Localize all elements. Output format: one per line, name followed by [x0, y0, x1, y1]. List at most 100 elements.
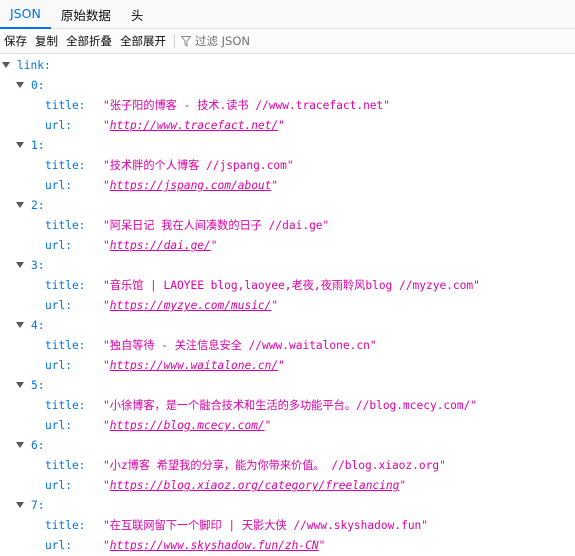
title-value: 张子阳的博客 - 技术.读书 //www.tracefact.net [109, 99, 384, 112]
url-key: url: [45, 479, 72, 492]
quote: " [271, 299, 279, 312]
quote: " [103, 99, 110, 112]
quote: " [103, 279, 110, 292]
quote: " [103, 179, 110, 192]
title-row: title: "张子阳的博客 - 技术.读书 //www.tracefact.ne… [45, 96, 390, 116]
url-key: url: [45, 419, 72, 432]
toolbar: 保存 复制 全部折叠 全部展开 过滤 JSON [0, 29, 575, 54]
save-button[interactable]: 保存 [0, 33, 31, 49]
title-row: title: "音乐馆 | LAOYEE blog,laoyee,老夜,夜雨聆风b… [45, 276, 480, 296]
quote: " [264, 419, 272, 432]
title-key: title: [45, 99, 86, 112]
title-row: title: "小徐博客，是一个融合技术和生活的多功能平台。//blog.mcec… [45, 396, 477, 416]
quote: " [318, 539, 326, 552]
quote: " [103, 339, 110, 352]
title-value: 小z博客 希望我的分享，能为你带来价值。 //blog.xiaoz.org [109, 459, 440, 472]
quote: " [470, 399, 478, 412]
title-key: title: [45, 399, 86, 412]
filter-json-input[interactable]: 过滤 JSON [181, 33, 250, 49]
url-row: url: "https://jspang.com/about" [45, 176, 278, 196]
filter-placeholder: 过滤 JSON [195, 34, 251, 48]
tree-row-index[interactable]: 5: [16, 376, 44, 396]
url-row: url: "https://blog.mcecy.com/" [45, 416, 271, 436]
url-link[interactable]: https://myzye.com/music/ [110, 299, 272, 312]
tree-row-index[interactable]: 0: [16, 76, 44, 96]
tree-row-index[interactable]: 2: [16, 196, 44, 216]
url-row: url: "https://blog.xiaoz.org/category/fre… [45, 476, 406, 496]
title-key: title: [45, 459, 86, 472]
url-row: url: "https://www.waitalone.cn/" [45, 356, 285, 376]
quote: " [103, 519, 110, 532]
collapse-all-button[interactable]: 全部折叠 [62, 33, 116, 49]
url-link[interactable]: https://www.waitalone.cn/ [110, 359, 278, 372]
tree-row-index[interactable]: 7: [16, 496, 44, 516]
tab-json[interactable]: JSON [0, 0, 51, 29]
item-index-key: 2: [31, 199, 45, 212]
title-row: title: "阿呆日记 我在人间凑数的日子 //dai.ge" [45, 216, 329, 236]
title-value: 独自等待 - 关注信息安全 //www.waitalone.cn [109, 339, 370, 352]
item-index-key: 7: [31, 499, 45, 512]
quote: " [278, 119, 285, 132]
url-link[interactable]: https://jspang.com/about [110, 179, 272, 192]
url-row: url: "https://myzye.com/music/" [45, 296, 278, 316]
title-value: 音乐馆 | LAOYEE blog,laoyee,老夜,夜雨聆风blog //m… [109, 279, 474, 292]
expand-arrow-icon[interactable] [2, 62, 10, 68]
tree-row-index[interactable]: 6: [16, 436, 44, 456]
url-key: url: [45, 179, 72, 192]
expand-all-button[interactable]: 全部展开 [116, 33, 170, 49]
quote: " [103, 239, 110, 252]
title-value: 在互联网留下一个脚印 | 天影大侠 //www.skyshadow.fun [109, 519, 422, 532]
tab-bar: JSON 原始数据 头 [0, 0, 575, 29]
expand-arrow-icon[interactable] [16, 442, 24, 448]
tree-row-root[interactable]: link: [2, 56, 51, 76]
quote: " [103, 359, 110, 372]
expand-arrow-icon[interactable] [16, 502, 24, 508]
copy-button[interactable]: 复制 [31, 33, 62, 49]
item-index-key: 6: [31, 439, 45, 452]
url-key: url: [45, 299, 72, 312]
quote: " [399, 479, 407, 492]
item-index-key: 3: [31, 259, 45, 272]
url-row: url: "https://dai.ge/" [45, 236, 218, 256]
url-row: url: "http://www.tracefact.net/" [45, 116, 285, 136]
tree-row-index[interactable]: 4: [16, 316, 44, 336]
title-row: title: "小z博客 希望我的分享，能为你带来价值。 //blog.xiaoz… [45, 456, 446, 476]
title-row: title: "在互联网留下一个脚印 | 天影大侠 //www.skyshadow… [45, 516, 428, 536]
tree-row-index[interactable]: 1: [16, 136, 44, 156]
title-value: 阿呆日记 我在人间凑数的日子 //dai.ge [109, 219, 323, 232]
quote: " [103, 219, 110, 232]
title-value: 小徐博客，是一个融合技术和生活的多功能平台。//blog.mcecy.com/ [109, 399, 471, 412]
url-key: url: [45, 359, 72, 372]
expand-arrow-icon[interactable] [16, 382, 24, 388]
expand-arrow-icon[interactable] [16, 142, 24, 148]
quote: " [103, 299, 110, 312]
quote: " [322, 219, 330, 232]
toolbar-divider [174, 34, 175, 48]
title-key: title: [45, 519, 86, 532]
expand-arrow-icon[interactable] [16, 322, 24, 328]
quote: " [103, 479, 110, 492]
root-key: link: [17, 59, 51, 72]
tab-raw-data[interactable]: 原始数据 [51, 0, 121, 28]
url-link[interactable]: https://www.skyshadow.fun/zh-CN [110, 539, 319, 552]
tree-row-index[interactable]: 3: [16, 256, 44, 276]
url-link[interactable]: http://www.tracefact.net/ [110, 119, 278, 132]
expand-arrow-icon[interactable] [16, 262, 24, 268]
expand-arrow-icon[interactable] [16, 82, 24, 88]
quote: " [278, 359, 285, 372]
expand-arrow-icon[interactable] [16, 202, 24, 208]
title-row: title: "独自等待 - 关注信息安全 //www.waitalone.cn" [45, 336, 377, 356]
url-key: url: [45, 239, 72, 252]
quote: " [271, 179, 279, 192]
title-key: title: [45, 339, 86, 352]
title-row: title: "技术胖的个人博客 //jspang.com" [45, 156, 294, 176]
title-key: title: [45, 219, 86, 232]
tab-headers[interactable]: 头 [121, 0, 154, 28]
url-link[interactable]: https://dai.ge/ [110, 239, 211, 252]
url-link[interactable]: https://blog.mcecy.com/ [110, 419, 265, 432]
url-link[interactable]: https://blog.xiaoz.org/category/freelanc… [110, 479, 400, 492]
title-key: title: [45, 279, 86, 292]
quote: " [383, 99, 391, 112]
title-key: title: [45, 159, 86, 172]
url-key: url: [45, 539, 72, 552]
